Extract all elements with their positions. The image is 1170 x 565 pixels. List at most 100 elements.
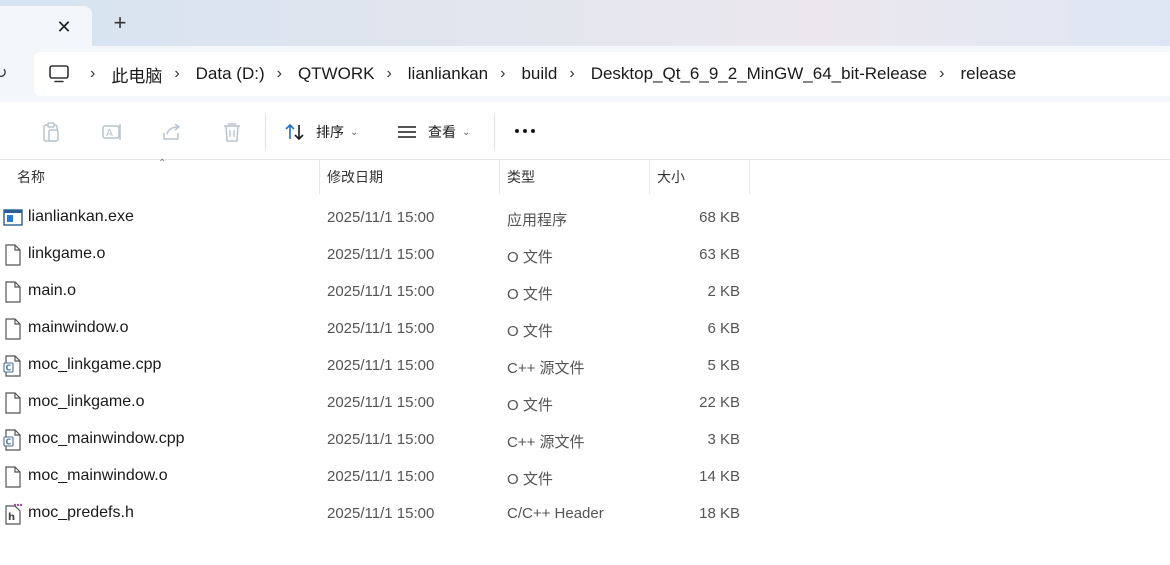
- breadcrumb-separator[interactable]: ›: [386, 65, 391, 83]
- file-row[interactable]: C moc_linkgame.cpp 2025/11/1 15:00 C++ 源…: [0, 347, 750, 384]
- file-date: 2025/11/1 15:00: [327, 394, 435, 411]
- file-row[interactable]: lianliankan.exe 2025/11/1 15:00 应用程序 68 …: [0, 199, 750, 236]
- command-bar: A 排序 ⌄ 查看 ⌄: [0, 102, 1170, 160]
- more-icon: [515, 129, 535, 133]
- file-icon: [5, 281, 21, 303]
- file-date: 2025/11/1 15:00: [327, 468, 435, 485]
- file-row[interactable]: mainwindow.o 2025/11/1 15:00 O 文件 6 KB: [0, 310, 750, 347]
- share-icon[interactable]: [161, 121, 183, 143]
- file-date: 2025/11/1 15:00: [327, 357, 435, 374]
- file-size: 6 KB: [707, 320, 740, 337]
- file-type: O 文件: [507, 471, 553, 488]
- file-icon: [5, 466, 21, 488]
- file-name: linkgame.o: [28, 245, 106, 262]
- file-row[interactable]: linkgame.o 2025/11/1 15:00 O 文件 63 KB: [0, 236, 750, 273]
- file-icon: [5, 318, 21, 340]
- breadcrumb-separator[interactable]: ›: [174, 65, 179, 83]
- file-date: 2025/11/1 15:00: [327, 283, 435, 300]
- sort-icon: [285, 123, 304, 141]
- file-name: moc_mainwindow.o: [28, 467, 168, 484]
- breadcrumb-this-pc[interactable]: 此电脑: [111, 62, 162, 87]
- new-tab-button[interactable]: +: [106, 9, 134, 37]
- file-size: 14 KB: [699, 468, 740, 485]
- column-header-date[interactable]: 修改日期: [320, 160, 498, 194]
- column-header-size[interactable]: 大小: [650, 160, 749, 194]
- file-row[interactable]: h moc_predefs.h 2025/11/1 15:00 C/C++ He…: [0, 495, 750, 532]
- breadcrumb-data-drive[interactable]: Data (D:): [196, 64, 265, 84]
- svg-text:C: C: [6, 438, 12, 447]
- svg-text:A: A: [106, 128, 113, 139]
- divider: [265, 114, 266, 150]
- file-name: moc_predefs.h: [28, 504, 134, 521]
- breadcrumb-separator[interactable]: ›: [569, 65, 574, 83]
- delete-icon[interactable]: [221, 121, 243, 143]
- view-label: 查看: [428, 124, 456, 140]
- breadcrumb-desktop-qt[interactable]: Desktop_Qt_6_9_2_MinGW_64_bit-Release: [591, 64, 927, 84]
- file-type: O 文件: [507, 286, 553, 303]
- file-type: 应用程序: [507, 212, 568, 229]
- file-row[interactable]: main.o 2025/11/1 15:00 O 文件 2 KB: [0, 273, 750, 310]
- breadcrumb-separator[interactable]: ›: [277, 65, 282, 83]
- file-name: main.o: [28, 282, 77, 299]
- address-bar[interactable]: › 此电脑 › Data (D:) › QTWORK › lianliankan…: [34, 52, 1170, 96]
- file-name: moc_linkgame.cpp: [28, 356, 162, 373]
- file-row[interactable]: moc_linkgame.o 2025/11/1 15:00 O 文件 22 K…: [0, 384, 750, 421]
- this-pc-icon[interactable]: [48, 64, 70, 84]
- file-date: 2025/11/1 15:00: [327, 505, 435, 522]
- file-row[interactable]: moc_mainwindow.o 2025/11/1 15:00 O 文件 14…: [0, 458, 750, 495]
- column-headers: ⌃ 名称 修改日期 类型 大小: [0, 158, 1170, 194]
- exe-icon: [3, 209, 23, 226]
- column-header-name[interactable]: 名称: [10, 160, 318, 194]
- column-name-label: 名称: [17, 169, 45, 185]
- column-header-type[interactable]: 类型: [500, 160, 648, 194]
- refresh-icon[interactable]: ↻: [0, 63, 7, 83]
- header-file-icon: h: [5, 503, 23, 525]
- file-type: C++ 源文件: [507, 360, 585, 377]
- file-list: lianliankan.exe 2025/11/1 15:00 应用程序 68 …: [0, 199, 760, 532]
- breadcrumb-qtwork[interactable]: QTWORK: [298, 64, 375, 84]
- file-size: 68 KB: [699, 209, 740, 226]
- file-type: O 文件: [507, 397, 553, 414]
- file-name: moc_linkgame.o: [28, 393, 145, 410]
- file-type: C/C++ Header: [507, 505, 604, 522]
- file-name: mainwindow.o: [28, 319, 129, 336]
- breadcrumb-separator[interactable]: ›: [500, 65, 505, 83]
- column-type-label: 类型: [507, 169, 535, 185]
- svg-text:h: h: [8, 512, 15, 523]
- file-name: moc_mainwindow.cpp: [28, 430, 185, 447]
- file-size: 5 KB: [707, 357, 740, 374]
- breadcrumb-build[interactable]: build: [521, 64, 557, 84]
- tab-release[interactable]: ✕: [0, 6, 92, 46]
- breadcrumb-release[interactable]: release: [960, 64, 1016, 84]
- file-date: 2025/11/1 15:00: [327, 320, 435, 337]
- file-size: 2 KB: [707, 283, 740, 300]
- sort-button[interactable]: 排序 ⌄: [284, 116, 358, 148]
- navigation-row: ↻ › 此电脑 › Data (D:) › QTWORK › lianliank…: [0, 46, 1170, 102]
- column-date-label: 修改日期: [327, 169, 383, 185]
- breadcrumb-separator[interactable]: ›: [939, 65, 944, 83]
- close-tab-icon[interactable]: ✕: [52, 15, 76, 39]
- file-date: 2025/11/1 15:00: [327, 431, 435, 448]
- title-bar: ✕ +: [0, 0, 1170, 46]
- file-type: O 文件: [507, 323, 553, 340]
- file-size: 22 KB: [699, 394, 740, 411]
- svg-text:C: C: [6, 364, 12, 373]
- file-name: lianliankan.exe: [28, 208, 134, 225]
- paste-icon[interactable]: [40, 121, 62, 143]
- breadcrumb-separator[interactable]: ›: [90, 65, 95, 83]
- cpp-file-icon: C: [3, 355, 21, 377]
- view-button[interactable]: 查看 ⌄: [396, 116, 470, 148]
- rename-icon[interactable]: A: [101, 121, 123, 143]
- view-icon: [398, 126, 416, 138]
- file-date: 2025/11/1 15:00: [327, 246, 435, 263]
- divider: [494, 114, 495, 150]
- file-size: 3 KB: [707, 431, 740, 448]
- file-size: 63 KB: [699, 246, 740, 263]
- column-size-label: 大小: [657, 169, 685, 185]
- column-divider[interactable]: [749, 160, 750, 194]
- file-icon: [5, 244, 21, 266]
- breadcrumb-lianliankan[interactable]: lianliankan: [408, 64, 488, 84]
- file-row[interactable]: C moc_mainwindow.cpp 2025/11/1 15:00 C++…: [0, 421, 750, 458]
- file-date: 2025/11/1 15:00: [327, 209, 435, 226]
- more-options-button[interactable]: [512, 118, 538, 144]
